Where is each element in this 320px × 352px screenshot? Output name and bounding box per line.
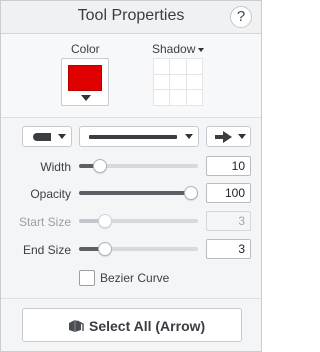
panel-header: Tool Properties ?: [1, 1, 261, 34]
shadow-cell[interactable]: [186, 74, 202, 90]
shadow-direction-grid[interactable]: [153, 58, 203, 106]
start-size-slider-thumb: [98, 214, 113, 228]
chevron-down-icon: [58, 134, 66, 139]
shadow-cell[interactable]: [170, 74, 186, 90]
chevron-down-icon: [81, 95, 91, 101]
start-size-slider: [79, 214, 198, 228]
shadow-label: Shadow: [152, 42, 196, 56]
tool-properties-panel: Tool Properties ? Color Shadow Width 10 …: [0, 0, 262, 352]
line-cap-dropdown[interactable]: [22, 126, 72, 147]
line-cap-icon: [33, 133, 51, 141]
help-button[interactable]: ?: [230, 6, 252, 28]
select-all-label: Select All (Arrow): [89, 318, 206, 334]
chevron-down-icon: [185, 134, 193, 139]
end-size-label: End Size: [22, 243, 71, 257]
color-shadow-section: [1, 34, 261, 118]
opacity-slider[interactable]: [79, 186, 198, 200]
shadow-cell[interactable]: [186, 59, 202, 74]
end-size-slider[interactable]: [79, 242, 198, 256]
color-label: Color: [71, 42, 100, 56]
shadow-cell[interactable]: [170, 90, 186, 105]
width-slider-thumb[interactable]: [93, 159, 108, 173]
end-size-input[interactable]: 3: [206, 239, 251, 259]
chevron-down-icon: [238, 134, 246, 139]
width-label: Width: [40, 160, 71, 174]
select-shapes-icon: [69, 320, 84, 332]
divider: [1, 298, 261, 299]
arrow-right-icon: [215, 131, 232, 143]
end-size-slider-thumb[interactable]: [98, 242, 113, 256]
width-input[interactable]: 10: [206, 156, 251, 176]
opacity-slider-thumb[interactable]: [184, 186, 198, 200]
chevron-down-icon: [198, 47, 205, 52]
bezier-curve-checkbox[interactable]: [79, 270, 95, 286]
color-swatch: [68, 65, 102, 91]
shadow-dropdown[interactable]: Shadow: [152, 42, 205, 56]
line-style-icon: [89, 135, 177, 139]
opacity-label: Opacity: [30, 187, 71, 201]
shadow-cell[interactable]: [170, 59, 186, 74]
arrow-style-dropdown[interactable]: [206, 126, 251, 147]
opacity-slider-fill: [79, 191, 198, 195]
shadow-cell[interactable]: [154, 74, 170, 90]
start-size-label: Start Size: [18, 215, 71, 229]
opacity-input[interactable]: 100: [206, 183, 251, 203]
shadow-cell[interactable]: [186, 90, 202, 105]
panel-title: Tool Properties: [77, 7, 185, 24]
width-slider[interactable]: [79, 159, 198, 173]
start-size-input: 3: [206, 211, 251, 231]
shadow-cell[interactable]: [154, 59, 170, 74]
select-all-button[interactable]: Select All (Arrow): [22, 308, 242, 342]
line-style-dropdown[interactable]: [79, 126, 199, 147]
color-picker-button[interactable]: [61, 58, 109, 106]
shadow-cell[interactable]: [154, 90, 170, 105]
bezier-curve-label: Bezier Curve: [100, 271, 170, 285]
